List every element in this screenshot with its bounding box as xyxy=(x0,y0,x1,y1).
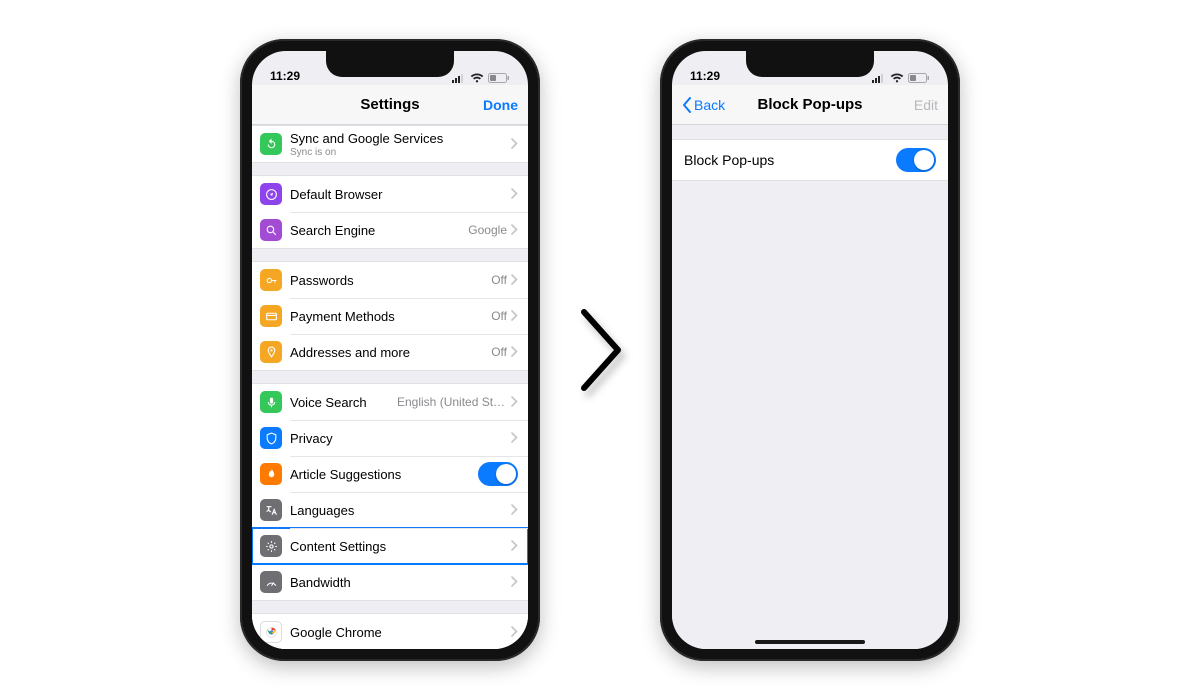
chevron-right-icon xyxy=(511,309,518,324)
row-default-browser[interactable]: Default Browser xyxy=(252,176,528,212)
status-time: 11:29 xyxy=(690,69,720,83)
card-icon xyxy=(260,305,282,327)
row-addresses-and-more[interactable]: Addresses and moreOff xyxy=(252,334,528,370)
navbar-title: Block Pop-ups xyxy=(757,96,862,113)
chevron-right-icon xyxy=(511,625,518,640)
pin-icon xyxy=(260,341,282,363)
row-label: Article Suggestions xyxy=(290,467,478,482)
chevron-right-icon xyxy=(511,503,518,518)
row-voice-search[interactable]: Voice SearchEnglish (United Sta... xyxy=(252,384,528,420)
settings-list[interactable]: Sync and Google ServicesSync is on Defaul… xyxy=(252,125,528,649)
settings-group: Default Browser Search EngineGoogle xyxy=(252,175,528,249)
block-popups-toggle[interactable] xyxy=(896,148,936,172)
settings-group: Voice SearchEnglish (United Sta... Privac… xyxy=(252,383,528,601)
flame-icon xyxy=(260,463,282,485)
row-passwords[interactable]: PasswordsOff xyxy=(252,262,528,298)
block-popups-label: Block Pop-ups xyxy=(684,152,896,168)
row-label: Content Settings xyxy=(290,539,511,554)
row-search-engine[interactable]: Search EngineGoogle xyxy=(252,212,528,248)
chevron-right-icon xyxy=(511,539,518,554)
row-bandwidth[interactable]: Bandwidth xyxy=(252,564,528,600)
toggle-article-suggestions[interactable] xyxy=(478,462,518,486)
chevron-right-icon xyxy=(511,575,518,590)
edit-button[interactable]: Edit xyxy=(904,85,948,124)
phone-right: 11:29 Back Block Pop-ups Edit Block Pop-… xyxy=(660,39,960,661)
row-label: Search Engine xyxy=(290,223,468,238)
key-icon xyxy=(260,269,282,291)
row-value: Off xyxy=(491,345,507,359)
row-label: Google Chrome xyxy=(290,625,511,640)
chevron-right-icon xyxy=(511,431,518,446)
row-privacy[interactable]: Privacy xyxy=(252,420,528,456)
row-languages[interactable]: Languages xyxy=(252,492,528,528)
block-popups-row[interactable]: Block Pop-ups xyxy=(672,139,948,181)
chevron-right-icon xyxy=(511,273,518,288)
row-google-chrome[interactable]: Google Chrome xyxy=(252,614,528,649)
row-value: Off xyxy=(491,273,507,287)
gauge-icon xyxy=(260,571,282,593)
compass-icon xyxy=(260,183,282,205)
back-label: Back xyxy=(694,97,725,113)
chevron-right-icon xyxy=(511,345,518,360)
wifi-icon xyxy=(890,73,904,83)
notch xyxy=(746,51,874,77)
navbar-settings: Settings Done xyxy=(252,85,528,125)
row-label: Payment Methods xyxy=(290,309,491,324)
row-label: Default Browser xyxy=(290,187,511,202)
row-value: Off xyxy=(491,309,507,323)
phone-left: 11:29 Settings Done Sync and Google Serv… xyxy=(240,39,540,661)
row-label: Addresses and more xyxy=(290,345,491,360)
chevron-left-icon xyxy=(682,97,692,113)
battery-icon xyxy=(908,73,930,83)
row-label: Privacy xyxy=(290,431,511,446)
block-popups-body: Block Pop-ups xyxy=(672,139,948,649)
row-payment-methods[interactable]: Payment MethodsOff xyxy=(252,298,528,334)
home-indicator xyxy=(755,640,865,644)
cellular-signal-icon xyxy=(452,74,466,83)
row-label: Languages xyxy=(290,503,511,518)
row-article-suggestions[interactable]: Article Suggestions xyxy=(252,456,528,492)
row-label: Sync and Google Services xyxy=(290,131,511,146)
back-button[interactable]: Back xyxy=(672,85,735,124)
chevron-right-icon xyxy=(511,395,518,410)
row-value: English (United Sta... xyxy=(397,395,507,409)
row-label: Voice Search xyxy=(290,395,397,410)
done-button[interactable]: Done xyxy=(473,85,528,124)
chevron-right-icon xyxy=(511,223,518,238)
arrow-icon xyxy=(568,306,632,394)
settings-group: Sync and Google ServicesSync is on xyxy=(252,125,528,163)
battery-icon xyxy=(488,73,510,83)
row-content-settings[interactable]: Content Settings xyxy=(252,528,528,564)
chevron-right-icon xyxy=(511,187,518,202)
chrome-icon xyxy=(260,621,282,643)
status-time: 11:29 xyxy=(270,69,300,83)
notch xyxy=(326,51,454,77)
shield-icon xyxy=(260,427,282,449)
cellular-signal-icon xyxy=(872,74,886,83)
settings-group: Google Chrome xyxy=(252,613,528,649)
navbar-title: Settings xyxy=(360,96,419,113)
search-icon xyxy=(260,219,282,241)
wifi-icon xyxy=(470,73,484,83)
gear-icon xyxy=(260,535,282,557)
settings-group: PasswordsOffPayment MethodsOffAddresses … xyxy=(252,261,528,371)
row-sync-and-google-services[interactable]: Sync and Google ServicesSync is on xyxy=(252,126,528,162)
row-sublabel: Sync is on xyxy=(290,147,511,158)
navbar-block-popups: Back Block Pop-ups Edit xyxy=(672,85,948,125)
chevron-right-icon xyxy=(511,137,518,152)
row-value: Google xyxy=(468,223,507,237)
mic-icon xyxy=(260,391,282,413)
row-label: Bandwidth xyxy=(290,575,511,590)
translate-icon xyxy=(260,499,282,521)
row-label: Passwords xyxy=(290,273,491,288)
sync-icon xyxy=(260,133,282,155)
